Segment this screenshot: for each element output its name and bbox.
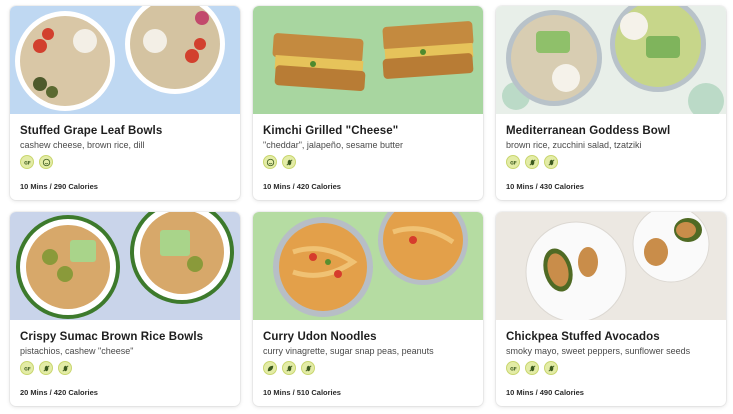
recipe-meta: 10 Mins / 490 Calories bbox=[506, 388, 584, 397]
smile-icon bbox=[263, 155, 277, 169]
gluten-free-icon: GF bbox=[506, 361, 520, 375]
recipe-card[interactable]: Stuffed Grape Leaf Bowls cashew cheese, … bbox=[10, 6, 240, 200]
no-nut-icon bbox=[544, 361, 558, 375]
recipe-photo[interactable] bbox=[10, 212, 240, 320]
svg-text:GF: GF bbox=[24, 160, 31, 166]
gluten-free-icon: GF bbox=[20, 155, 34, 169]
svg-text:GF: GF bbox=[510, 366, 517, 372]
no-nut-icon bbox=[39, 361, 53, 375]
recipe-title[interactable]: Crispy Sumac Brown Rice Bowls bbox=[20, 331, 203, 343]
recipe-card[interactable]: Crispy Sumac Brown Rice Bowls pistachios… bbox=[10, 212, 240, 406]
recipe-card[interactable]: Kimchi Grilled "Cheese" "cheddar", jalap… bbox=[253, 6, 483, 200]
recipe-subtitle: pistachios, cashew "cheese" bbox=[20, 346, 134, 356]
recipe-photo[interactable] bbox=[253, 212, 483, 320]
diet-tags: GF bbox=[20, 155, 53, 169]
no-nut-icon bbox=[525, 155, 539, 169]
diet-tags: GF bbox=[506, 361, 558, 375]
gluten-free-icon: GF bbox=[20, 361, 34, 375]
recipe-meta: 10 Mins / 290 Calories bbox=[20, 182, 98, 191]
recipe-card[interactable]: Curry Udon Noodles curry vinagrette, sug… bbox=[253, 212, 483, 406]
recipe-subtitle: curry vinagrette, sugar snap peas, peanu… bbox=[263, 346, 434, 356]
recipe-meta: 10 Mins / 510 Calories bbox=[263, 388, 341, 397]
recipe-title[interactable]: Mediterranean Goddess Bowl bbox=[506, 125, 670, 137]
svg-text:GF: GF bbox=[510, 160, 517, 166]
recipe-title[interactable]: Kimchi Grilled "Cheese" bbox=[263, 125, 398, 137]
recipe-card[interactable]: Mediterranean Goddess Bowl brown rice, z… bbox=[496, 6, 726, 200]
svg-text:GF: GF bbox=[24, 366, 31, 372]
no-nut-icon bbox=[525, 361, 539, 375]
recipe-title[interactable]: Chickpea Stuffed Avocados bbox=[506, 331, 660, 343]
no-nut-icon bbox=[544, 155, 558, 169]
no-nut-icon bbox=[58, 361, 72, 375]
no-nut-icon bbox=[301, 361, 315, 375]
recipe-subtitle: smoky mayo, sweet peppers, sunflower see… bbox=[506, 346, 691, 356]
recipe-title[interactable]: Stuffed Grape Leaf Bowls bbox=[20, 125, 162, 137]
no-nut-icon bbox=[282, 155, 296, 169]
recipe-subtitle: brown rice, zucchini salad, tzatziki bbox=[506, 140, 642, 150]
diet-tags bbox=[263, 361, 315, 375]
recipe-photo[interactable] bbox=[10, 6, 240, 114]
diet-tags: GF bbox=[20, 361, 72, 375]
recipe-meta: 20 Mins / 420 Calories bbox=[20, 388, 98, 397]
leaf-icon bbox=[263, 361, 277, 375]
diet-tags bbox=[263, 155, 296, 169]
no-nut-icon bbox=[282, 361, 296, 375]
smile-icon bbox=[39, 155, 53, 169]
recipe-subtitle: cashew cheese, brown rice, dill bbox=[20, 140, 145, 150]
recipe-meta: 10 Mins / 420 Calories bbox=[263, 182, 341, 191]
gluten-free-icon: GF bbox=[506, 155, 520, 169]
recipe-photo[interactable] bbox=[496, 212, 726, 320]
diet-tags: GF bbox=[506, 155, 558, 169]
recipe-meta: 10 Mins / 430 Calories bbox=[506, 182, 584, 191]
recipe-photo[interactable] bbox=[253, 6, 483, 114]
recipe-subtitle: "cheddar", jalapeño, sesame butter bbox=[263, 140, 403, 150]
recipe-card[interactable]: Chickpea Stuffed Avocados smoky mayo, sw… bbox=[496, 212, 726, 406]
recipe-grid: Stuffed Grape Leaf Bowls cashew cheese, … bbox=[0, 0, 733, 414]
recipe-photo[interactable] bbox=[496, 6, 726, 114]
recipe-title[interactable]: Curry Udon Noodles bbox=[263, 331, 377, 343]
